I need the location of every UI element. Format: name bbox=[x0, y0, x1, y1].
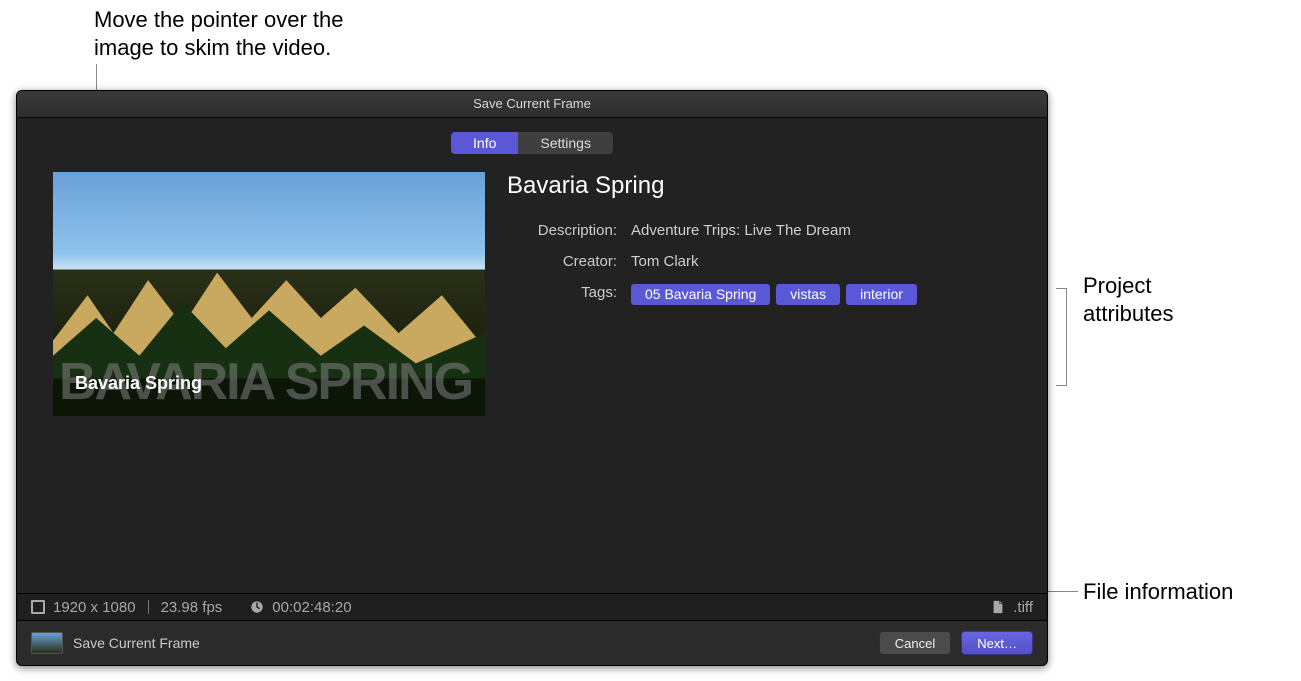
next-button[interactable]: Next… bbox=[961, 631, 1033, 655]
window-title: Save Current Frame bbox=[17, 91, 1047, 118]
timecode-text: 00:02:48:20 bbox=[272, 599, 351, 616]
file-info-strip: 1920 x 1080 23.98 fps 00:02:48:20 .tiff bbox=[17, 593, 1047, 620]
project-attributes: Bavaria Spring Description: Adventure Tr… bbox=[507, 172, 1027, 583]
cancel-button[interactable]: Cancel bbox=[879, 631, 951, 655]
footer-thumbnail-icon bbox=[31, 632, 63, 654]
thumbnail-title-overlay: Bavaria Spring bbox=[75, 373, 202, 394]
file-extension-text: .tiff bbox=[1013, 599, 1033, 616]
creator-field[interactable]: Tom Clark bbox=[631, 253, 1027, 270]
tag-pill[interactable]: 05 Bavaria Spring bbox=[631, 284, 770, 305]
tab-settings[interactable]: Settings bbox=[518, 132, 613, 154]
file-icon bbox=[991, 600, 1005, 614]
description-field[interactable]: Adventure Trips: Live The Dream bbox=[631, 222, 1027, 239]
bracket-attrs bbox=[1056, 288, 1067, 386]
tags-label: Tags: bbox=[507, 284, 617, 301]
fps-text: 23.98 fps bbox=[161, 599, 223, 616]
callout-skim: Move the pointer over the image to skim … bbox=[94, 6, 343, 61]
clock-icon bbox=[250, 600, 264, 614]
tab-info[interactable]: Info bbox=[451, 132, 518, 154]
tag-pill[interactable]: interior bbox=[846, 284, 917, 305]
project-title[interactable]: Bavaria Spring bbox=[507, 172, 1027, 200]
video-thumbnail[interactable]: BAVARIA SPRING Bavaria Spring bbox=[53, 172, 485, 416]
frame-size-icon bbox=[31, 600, 45, 614]
tab-segmented-control: Info Settings bbox=[17, 132, 1047, 154]
callout-fileinfo: File information bbox=[1083, 578, 1233, 606]
save-frame-window: Save Current Frame Info Settings BAVARIA… bbox=[16, 90, 1048, 666]
resolution-text: 1920 x 1080 bbox=[53, 599, 136, 616]
callout-attrs: Project attributes bbox=[1083, 272, 1174, 327]
tag-pill[interactable]: vistas bbox=[776, 284, 840, 305]
window-body: Info Settings BAVARIA SPRING Bavaria Spr… bbox=[17, 118, 1047, 620]
tags-field[interactable]: 05 Bavaria Spring vistas interior bbox=[631, 284, 1027, 305]
footer-bar: Save Current Frame Cancel Next… bbox=[17, 620, 1047, 665]
creator-label: Creator: bbox=[507, 253, 617, 270]
description-label: Description: bbox=[507, 222, 617, 239]
footer-label: Save Current Frame bbox=[73, 635, 200, 651]
callout-line-fileinfo bbox=[1048, 591, 1078, 592]
separator bbox=[148, 600, 149, 614]
